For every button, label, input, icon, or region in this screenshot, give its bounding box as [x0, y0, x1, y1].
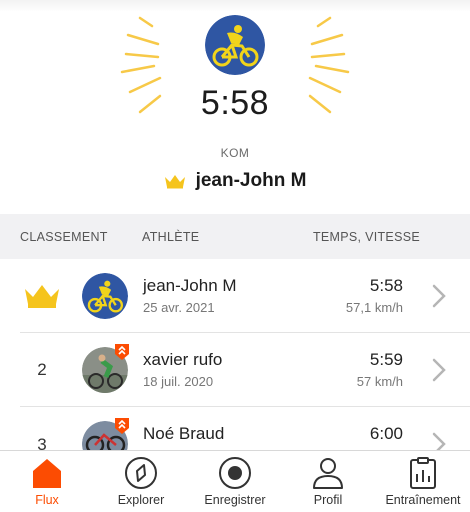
athlete-name: Noé Braud: [143, 424, 225, 443]
nav-record[interactable]: Enregistrer: [195, 451, 275, 512]
kom-holder-name: jean-John M: [195, 170, 307, 191]
rank-number: 2: [37, 360, 47, 379]
effort-speed: 57 km/h: [356, 374, 403, 389]
nav-training[interactable]: Entraînement: [379, 451, 467, 512]
athlete-name: jean-John M: [143, 276, 237, 295]
kom-hero: 5:58 KOM jean-John M: [0, 0, 470, 214]
chevron-right-icon: [432, 358, 446, 382]
nav-profile[interactable]: Profil: [298, 451, 358, 512]
effort-time: 6:00: [369, 424, 403, 443]
chevron-right-icon: [432, 284, 446, 308]
training-icon: [410, 457, 436, 489]
home-icon: [33, 459, 61, 488]
nav-feed[interactable]: Flux: [17, 451, 77, 512]
nav-label: Explorer: [117, 493, 165, 507]
cyclist-avatar-icon: [205, 15, 265, 75]
kom-time: 5:58: [200, 84, 270, 122]
subscriber-badge-icon: [115, 418, 129, 434]
bottom-nav: Flux Explorer Enregistrer Profil Entraîn…: [0, 450, 470, 512]
compass-icon: [125, 457, 157, 489]
header-rank: CLASSEMENT: [20, 230, 108, 244]
profile-icon: [313, 458, 343, 489]
nav-label: Enregistrer: [204, 493, 266, 507]
leaderboard-row[interactable]: jean-John M 25 avr. 2021 5:58 57,1 km/h: [0, 259, 470, 333]
crown-icon: [25, 285, 59, 308]
effort-date: 18 juil. 2020: [143, 374, 214, 389]
nav-explore[interactable]: Explorer: [106, 451, 176, 512]
header-time-speed: TEMPS, VITESSE: [312, 230, 420, 244]
effort-time: 5:59: [369, 350, 403, 369]
record-icon: [219, 457, 251, 489]
kom-label: KOM: [220, 146, 250, 160]
kom-holder-avatar[interactable]: [205, 15, 265, 75]
effort-speed: 57,1 km/h: [345, 300, 403, 315]
effort-date: 25 avr. 2021: [143, 300, 215, 315]
leaderboard-row[interactable]: 2 xavier rufo 18 juil. 2020 5:59 57 km/h: [0, 333, 470, 407]
avatar[interactable]: [82, 273, 128, 319]
header-athlete: ATHLÈTE: [142, 230, 200, 244]
crown-icon: [164, 175, 185, 189]
rank-crown: [20, 259, 64, 333]
athlete-name: xavier rufo: [143, 350, 223, 369]
leaderboard-header: CLASSEMENT ATHLÈTE TEMPS, VITESSE: [0, 214, 470, 259]
nav-label: Flux: [35, 493, 59, 507]
nav-label: Profil: [313, 493, 343, 507]
cyclist-avatar-icon: [82, 273, 128, 319]
effort-time: 5:58: [369, 276, 403, 295]
subscriber-badge-icon: [115, 344, 129, 360]
nav-label: Entraînement: [385, 493, 461, 507]
kom-holder[interactable]: jean-John M: [0, 170, 470, 192]
